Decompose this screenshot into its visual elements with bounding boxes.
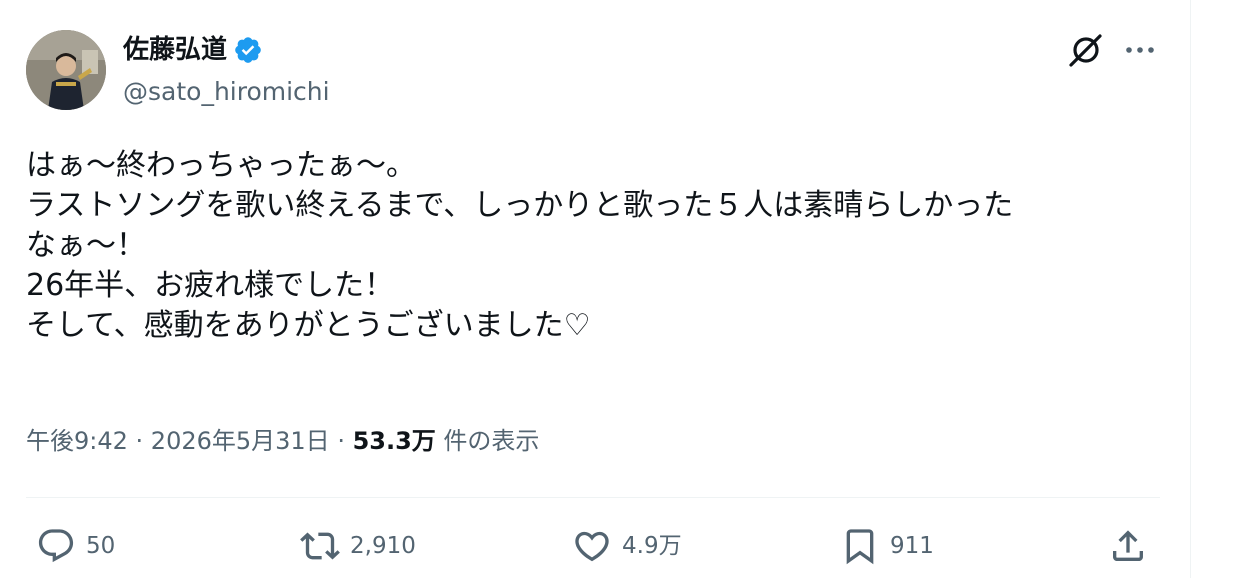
heart-icon xyxy=(572,526,612,566)
views-label: 件の表示 xyxy=(435,427,540,455)
tweet-text-line: そして、感動をありがとうございました♡ xyxy=(26,308,591,343)
like-count: 4.9万 xyxy=(622,533,682,559)
meta-separator: · xyxy=(329,427,353,455)
author-handle[interactable]: @sato_hiromichi xyxy=(123,76,330,108)
tweet-text-line: ラストソングを歌い終えるまで、しっかりと歌った５人は素晴らしかった xyxy=(26,188,1014,223)
tweet-text-line: なぁ～！ xyxy=(26,228,146,263)
verified-badge-icon[interactable] xyxy=(233,35,263,65)
views-count[interactable]: 53.3万 xyxy=(353,427,436,455)
avatar[interactable] xyxy=(26,30,106,110)
retweet-icon xyxy=(300,526,340,566)
tweet-text-line: はぁ～終わっちゃったぁ～。 xyxy=(26,148,416,183)
tweet-time[interactable]: 午後9:42 xyxy=(26,427,128,455)
author-display-name[interactable]: 佐藤弘道 xyxy=(123,34,227,66)
author-name-row: 佐藤弘道 xyxy=(123,34,263,66)
bookmark-icon xyxy=(840,526,880,566)
reply-button[interactable]: 50 xyxy=(36,524,115,568)
tweet-meta: 午後9:42 · 2026年5月31日 · 53.3万 件の表示 xyxy=(26,424,539,458)
tweet-card: 佐藤弘道 @sato_hiromichi はぁ～終わっちゃったぁ～。 ラストソン… xyxy=(0,0,1190,578)
more-options-icon[interactable] xyxy=(1122,34,1158,66)
tweet-text: はぁ～終わっちゃったぁ～。 ラストソングを歌い終えるまで、しっかりと歌った５人は… xyxy=(26,146,1166,346)
retweet-button[interactable]: 2,910 xyxy=(300,524,416,568)
meta-separator: · xyxy=(127,427,151,455)
grok-icon[interactable] xyxy=(1065,30,1105,70)
column-divider xyxy=(1190,0,1191,578)
share-icon xyxy=(1108,526,1148,566)
reply-count: 50 xyxy=(86,533,116,559)
divider xyxy=(26,497,1160,498)
share-button[interactable] xyxy=(1108,524,1148,568)
tweet-date[interactable]: 2026年5月31日 xyxy=(151,427,330,455)
bookmark-count: 911 xyxy=(890,533,934,559)
retweet-count: 2,910 xyxy=(350,533,416,559)
reply-icon xyxy=(36,526,76,566)
tweet-text-line: 26年半、お疲れ様でした！ xyxy=(26,268,395,303)
like-button[interactable]: 4.9万 xyxy=(572,524,682,568)
avatar-photo xyxy=(26,30,106,110)
bookmark-button[interactable]: 911 xyxy=(840,524,934,568)
